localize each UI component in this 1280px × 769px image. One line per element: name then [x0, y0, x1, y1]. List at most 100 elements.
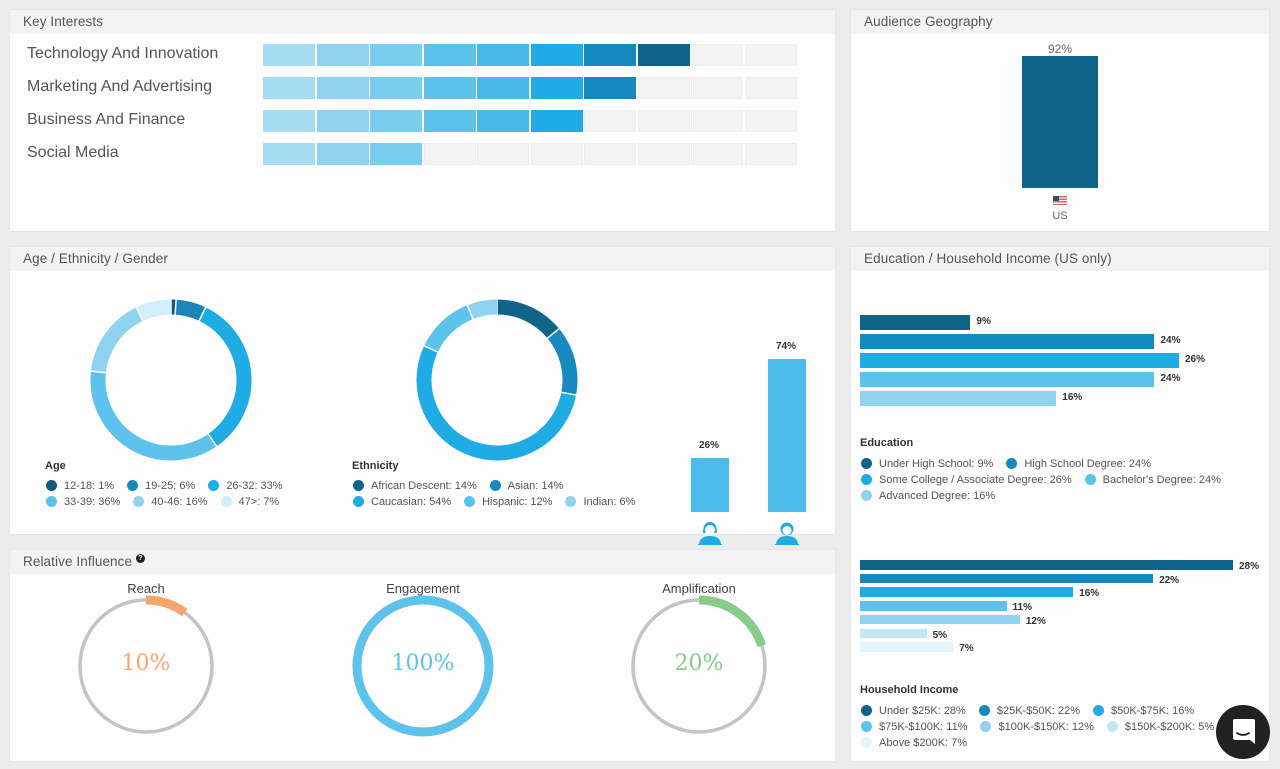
interest-level-bar	[263, 77, 797, 99]
gauge-value: 100%	[391, 651, 455, 676]
panel-title: Education / Household Income (US only)	[851, 247, 1269, 271]
ethnicity-legend-title: Ethnicity	[352, 460, 399, 472]
male-user-icon	[775, 522, 799, 545]
hbar-value-label: 12%	[1025, 615, 1046, 627]
hbar[interactable]	[860, 560, 1233, 570]
legend-item[interactable]: Asian: 14%	[489, 479, 564, 492]
donut-slice[interactable]	[198, 307, 252, 447]
legend-item[interactable]: 40-46: 16%	[133, 495, 208, 508]
legend-dot-icon	[861, 490, 872, 501]
interest-segment-filled	[263, 44, 315, 66]
interest-segment-filled	[423, 110, 476, 132]
legend-item[interactable]: Advanced Degree: 16%	[861, 489, 995, 502]
legend-item[interactable]: Under High School: 9%	[861, 457, 993, 470]
legend-label: 19-25: 6%	[145, 479, 196, 492]
legend-item[interactable]: $75K-$100K: 11%	[861, 720, 967, 733]
age-legend-title: Age	[45, 460, 66, 472]
legend-label: Asian: 14%	[507, 479, 564, 492]
legend-item[interactable]: 47>: 7%	[220, 495, 279, 508]
legend-item[interactable]: High School Degree: 24%	[1006, 457, 1151, 470]
interest-segment-filled	[530, 110, 583, 132]
hbar[interactable]	[860, 642, 954, 652]
interest-segment-filled	[263, 110, 315, 132]
donut-slice[interactable]	[416, 345, 577, 461]
us-flag-icon	[1053, 196, 1067, 205]
legend-item[interactable]: 19-25: 6%	[127, 479, 195, 492]
donut-slice[interactable]	[90, 371, 217, 461]
legend-item[interactable]: Bachelor's Degree: 24%	[1084, 473, 1221, 486]
legend-item[interactable]: Above $200K: 7%	[861, 736, 967, 749]
legend-item[interactable]: Some College / Associate Degree: 26%	[861, 473, 1072, 486]
legend-dot-icon	[353, 496, 364, 507]
interest-row: Social Media	[10, 143, 830, 165]
legend-dot-icon	[861, 705, 872, 716]
legend-dot-icon	[46, 480, 57, 491]
donut-slice[interactable]	[424, 305, 474, 353]
interest-segment-filled	[316, 143, 369, 165]
legend-item[interactable]: $100K-$150K: 12%	[980, 720, 1094, 733]
question-circle-icon[interactable]: ?	[135, 554, 145, 563]
interest-level-bar	[263, 110, 797, 132]
legend-label: 40-46: 16%	[151, 495, 208, 508]
legend-item[interactable]: 26-32: 33%	[208, 479, 283, 492]
legend-label: Bachelor's Degree: 24%	[1102, 473, 1221, 486]
hbar[interactable]	[860, 614, 1020, 625]
hbar[interactable]	[860, 587, 1074, 598]
legend-dot-icon	[208, 480, 220, 491]
legend-item[interactable]: $50K-$75K: 16%	[1093, 704, 1194, 717]
interest-segment-filled	[477, 44, 529, 66]
hbar[interactable]	[860, 334, 1155, 349]
legend-dot-icon	[1006, 458, 1018, 469]
hbar-value-label: 22%	[1159, 574, 1180, 586]
legend-item[interactable]: Indian: 6%	[565, 495, 635, 508]
geo-bar-us[interactable]	[1022, 56, 1098, 188]
legend-label: $25K-$50K: 22%	[996, 704, 1081, 717]
interest-segment-empty	[691, 77, 743, 99]
legend-label: Hispanic: 12%	[482, 495, 553, 508]
interest-segment-filled	[263, 77, 315, 99]
income-legend: Under $25K: 28% $25K-$50K: 22% $50K-$75K: …	[861, 704, 1261, 749]
hbar[interactable]	[860, 601, 1007, 611]
interest-segment-empty	[691, 143, 743, 165]
legend-label: Some College / Associate Degree: 26%	[879, 473, 1072, 486]
legend-label: African Descent: 14%	[371, 479, 477, 492]
hbar[interactable]	[860, 353, 1179, 368]
legend-item[interactable]: Caucasian: 54%	[353, 495, 451, 508]
interest-row: Marketing And Advertising	[10, 77, 830, 99]
chat-bubble-icon	[1233, 719, 1255, 744]
hbar-value-label: 24%	[1160, 335, 1181, 346]
legend-item[interactable]: African Descent: 14%	[353, 479, 477, 492]
donut-slice[interactable]	[467, 299, 498, 320]
donut-slice[interactable]	[174, 299, 206, 321]
legend-item[interactable]: 12-18: 1%	[46, 479, 114, 492]
legend-item[interactable]: Hispanic: 12%	[464, 495, 552, 508]
gauge-value: 20%	[674, 651, 724, 676]
hbar[interactable]	[860, 315, 971, 330]
legend-dot-icon	[1106, 721, 1118, 732]
gauge-value: 10%	[121, 651, 171, 676]
male-bar[interactable]	[768, 359, 806, 512]
hbar[interactable]	[860, 372, 1155, 387]
hbar[interactable]	[860, 628, 927, 639]
legend-item[interactable]: Under $25K: 28%	[861, 704, 966, 717]
donut-slice[interactable]	[90, 307, 144, 374]
interest-segment-empty	[744, 143, 797, 165]
hbar[interactable]	[860, 391, 1057, 406]
legend-label: $100K-$150K: 12%	[998, 720, 1094, 733]
donut-slice[interactable]	[547, 328, 578, 396]
chat-widget-button[interactable]	[1216, 705, 1270, 759]
donut-slice[interactable]	[136, 299, 172, 321]
interest-segment-filled	[637, 44, 690, 66]
donut-slice[interactable]	[496, 299, 560, 339]
legend-item[interactable]: $25K-$50K: 22%	[978, 704, 1081, 717]
hbar[interactable]	[860, 573, 1154, 584]
legend-label: $50K-$75K: 16%	[1111, 704, 1195, 717]
legend-dot-icon	[489, 480, 501, 491]
female-bar[interactable]	[691, 458, 729, 512]
legend-label: Advanced Degree: 16%	[879, 489, 996, 502]
interest-segment-empty	[637, 77, 690, 99]
legend-dot-icon	[1084, 474, 1096, 485]
interest-segment-empty	[691, 44, 743, 66]
legend-item[interactable]: 33-39: 36%	[46, 495, 120, 508]
legend-item[interactable]: $150K-$200K: 5%	[1106, 720, 1214, 733]
